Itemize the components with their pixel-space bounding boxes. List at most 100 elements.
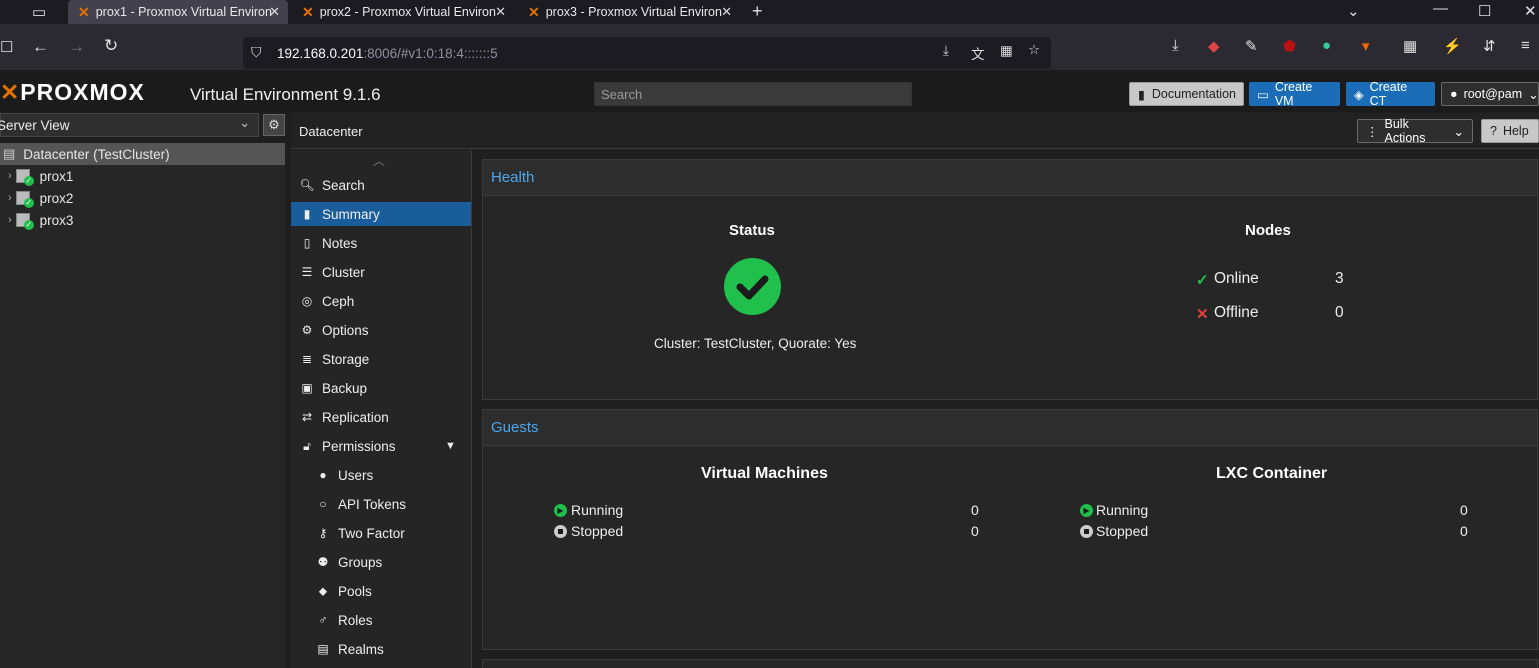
url-bar[interactable]: ⛉ 192.168.0.201:8006/#v1:0:18:4:::::::5 … — [243, 37, 1051, 69]
stop-circle-icon — [554, 525, 567, 538]
list-icon: ⋮ — [1366, 124, 1379, 139]
browser-tab-prox1[interactable]: ✕ prox1 - Proxmox Virtual Environ ✕ — [68, 0, 288, 24]
bulk-actions-button[interactable]: ⋮ Bulk Actions ⌄ — [1357, 117, 1473, 145]
gear-icon: ⚙ — [301, 323, 313, 337]
close-tab-icon[interactable]: ✕ — [495, 4, 506, 20]
nav-item-cluster[interactable]: ☰ Cluster — [291, 260, 471, 284]
nav-item-groups[interactable]: ⚉ Groups — [291, 550, 471, 574]
nav-item-label: Replication — [322, 409, 389, 425]
book-icon: ▮ — [303, 207, 311, 221]
extension-vampire-icon[interactable]: ◆ — [1208, 37, 1220, 55]
expand-icon[interactable]: › — [8, 192, 12, 204]
save-page-icon[interactable]: ⤓ — [943, 43, 949, 59]
extension-green-icon[interactable]: ● — [1322, 37, 1331, 54]
forward-icon[interactable]: → — [68, 37, 85, 57]
tree-item-prox3[interactable]: › ✓ prox3 — [0, 209, 285, 231]
view-selector-value: Server View — [0, 118, 70, 133]
menu-icon[interactable]: ≡ — [1521, 37, 1530, 54]
nav-item-search[interactable]: 🔍︎ Search — [291, 173, 471, 197]
ublock-icon[interactable]: ⬟ — [1283, 37, 1296, 55]
nav-item-label: Groups — [338, 554, 383, 570]
extension-sync-icon[interactable]: ⇵ — [1483, 37, 1496, 55]
nav-item-pools[interactable]: ⬥ Pools — [291, 579, 471, 603]
server-icon: ☰ — [301, 265, 313, 279]
view-selector[interactable]: Server View ⌄ — [0, 113, 259, 137]
search-input[interactable]: Search — [594, 82, 912, 106]
close-tab-icon[interactable]: ✕ — [721, 4, 732, 20]
list-all-tabs-icon[interactable]: ⌄ — [1347, 2, 1360, 20]
nav-item-storage[interactable]: ≣ Storage — [291, 347, 471, 371]
nav-item-replication[interactable]: ⇄ Replication — [291, 405, 471, 429]
translate-icon[interactable]: 文 — [971, 43, 985, 63]
back-icon[interactable]: ← — [32, 37, 49, 57]
nav-item-api-tokens[interactable]: ○ API Tokens — [291, 492, 471, 516]
ct-stopped-label: Stopped — [1096, 523, 1149, 539]
nav-item-ceph[interactable]: ◎ Ceph — [291, 289, 471, 313]
note-icon: ▯ — [303, 236, 311, 250]
sidebar-icon[interactable]: ☐ — [0, 38, 13, 56]
nav-item-backup[interactable]: ▣ Backup — [291, 376, 471, 400]
chevron-down-icon: ⌄ — [1528, 87, 1539, 102]
caret-down-icon[interactable]: ▼ — [445, 440, 456, 452]
male-icon: ♂ — [318, 613, 328, 627]
online-label: Online — [1214, 270, 1259, 287]
tab-overview-icon[interactable]: ▭ — [32, 3, 46, 21]
nav-item-options[interactable]: ⚙ Options — [291, 318, 471, 342]
users-icon: ⚉ — [317, 555, 329, 569]
tree-item-label: prox2 — [39, 190, 74, 206]
bookmark-star-icon[interactable]: ☆ — [1028, 42, 1040, 58]
nav-item-label: Users — [338, 467, 374, 483]
gear-icon[interactable]: ⚙ — [263, 114, 285, 136]
extension-grid-icon[interactable]: ▦ — [1403, 37, 1417, 55]
nav-item-permissions[interactable]: 🔓︎ Permissions ▼ — [291, 434, 471, 458]
nav-item-roles[interactable]: ♂ Roles — [291, 608, 471, 632]
vm-title: Virtual Machines — [701, 465, 828, 482]
tree-item-prox1[interactable]: › ✓ prox1 — [0, 165, 285, 187]
play-circle-icon: ▶ — [1080, 504, 1093, 517]
content-toolbar: Datacenter — [291, 113, 1539, 149]
nav-item-label: Ceph — [322, 293, 355, 309]
minimize-icon[interactable]: — — [1433, 0, 1448, 17]
expand-icon[interactable]: › — [8, 214, 12, 226]
offline-count: 0 — [1335, 304, 1344, 321]
documentation-button[interactable]: ▮ Documentation — [1129, 82, 1244, 106]
create-vm-button[interactable]: ▭ Create VM — [1249, 80, 1340, 108]
scroll-up-icon[interactable]: ︿ — [373, 152, 385, 169]
qr-code-icon[interactable]: ▦ — [1000, 43, 1013, 59]
downloads-icon[interactable]: ⤓ — [1172, 37, 1179, 54]
close-window-icon[interactable]: ✕ — [1524, 2, 1537, 20]
close-tab-icon[interactable]: ✕ — [269, 4, 280, 20]
vm-stopped-count: 0 — [971, 523, 979, 539]
page-title: Datacenter — [299, 124, 363, 139]
nav-item-users[interactable]: ● Users — [291, 463, 471, 487]
browser-nav-bar: ☐ ← → ↻ ⛉ 192.168.0.201:8006/#v1:0:18:4:… — [0, 24, 1539, 70]
browser-tab-prox2[interactable]: ✕ prox2 - Proxmox Virtual Environ ✕ — [292, 0, 514, 24]
nav-item-notes[interactable]: ▯ Notes — [291, 231, 471, 255]
tags-icon: ⬥ — [318, 583, 328, 598]
retweet-icon: ⇄ — [301, 410, 313, 424]
create-ct-button[interactable]: ◈ Create CT — [1346, 80, 1435, 108]
database-icon: ≣ — [301, 352, 313, 366]
nav-item-realms[interactable]: ▤ Realms — [291, 637, 471, 661]
help-button[interactable]: ? Help — [1481, 119, 1539, 143]
extension-cup-icon[interactable]: ▾ — [1362, 37, 1370, 55]
tree-item-datacenter[interactable]: ▤ Datacenter (TestCluster) — [0, 143, 285, 165]
nav-item-two-factor[interactable]: ⚷ Two Factor — [291, 521, 471, 545]
chevron-down-icon: ⌄ — [1453, 124, 1464, 139]
health-title: Health — [483, 160, 1537, 196]
extension-bolt-icon[interactable]: ⚡ — [1443, 37, 1462, 55]
extensions-icon[interactable]: ✎ — [1245, 37, 1258, 55]
tree-item-label: prox3 — [39, 212, 74, 228]
maximize-icon[interactable]: ☐ — [1478, 2, 1491, 20]
reload-icon[interactable]: ↻ — [104, 36, 118, 56]
expand-icon[interactable]: › — [8, 170, 12, 182]
vm-running-count: 0 — [971, 502, 979, 518]
user-menu-button[interactable]: ● root@pam ⌄ — [1441, 82, 1539, 106]
shield-icon[interactable]: ⛉ — [251, 44, 262, 61]
browser-tab-prox3[interactable]: ✕ prox3 - Proxmox Virtual Environ ✕ — [518, 0, 740, 24]
tree-item-prox2[interactable]: › ✓ prox2 — [0, 187, 285, 209]
new-tab-icon[interactable]: + — [752, 1, 763, 22]
check-icon: ✓ — [1196, 272, 1209, 289]
nav-item-summary[interactable]: ▮ Summary — [291, 202, 471, 226]
cube-icon: ◈ — [1354, 87, 1364, 102]
